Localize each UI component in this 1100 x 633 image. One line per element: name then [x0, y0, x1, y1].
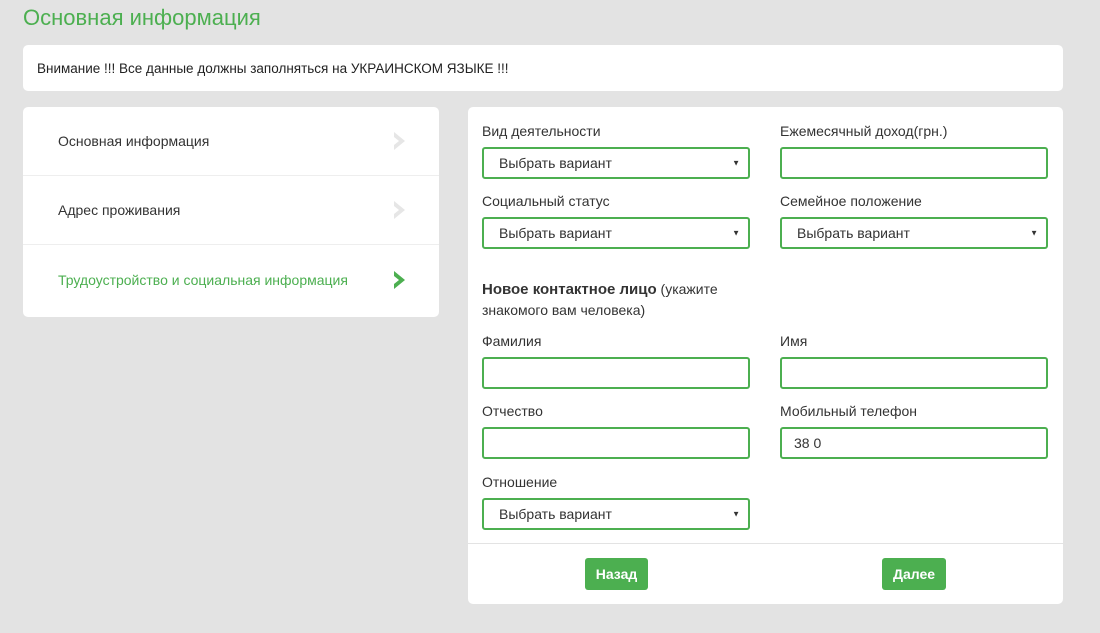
last-name-field: Фамилия	[482, 333, 750, 389]
patronymic-label: Отчество	[482, 403, 543, 419]
next-button[interactable]: Далее	[882, 558, 946, 590]
social-status-field: Социальный статус Выбрать вариант ▼	[482, 193, 750, 249]
income-input[interactable]	[780, 147, 1048, 179]
employment-form: Вид деятельности Выбрать вариант ▼ Ежеме…	[468, 107, 1063, 543]
mobile-phone-label: Мобильный телефон	[780, 403, 917, 419]
relation-field: Отношение Выбрать вариант ▼	[482, 474, 750, 530]
income-field: Ежемесячный доход(грн.)	[780, 123, 1048, 179]
social-status-label: Социальный статус	[482, 193, 610, 209]
income-label: Ежемесячный доход(грн.)	[780, 123, 948, 139]
chevron-right-icon	[394, 271, 405, 289]
relation-select[interactable]: Выбрать вариант ▼	[482, 498, 750, 530]
patronymic-input[interactable]	[482, 427, 750, 459]
sidebar-item-employment[interactable]: Трудоустройство и социальная информация	[23, 245, 439, 315]
sidebar-item-basic-info[interactable]: Основная информация	[23, 107, 439, 176]
patronymic-field: Отчество	[482, 403, 750, 459]
mobile-phone-input-value: 38 0	[794, 435, 822, 451]
last-name-input[interactable]	[482, 357, 750, 389]
sidebar-item-address[interactable]: Адрес проживания	[23, 176, 439, 245]
first-name-field: Имя	[780, 333, 1048, 389]
mobile-phone-field: Мобильный телефон 38 0	[780, 403, 1048, 459]
relation-label: Отношение	[482, 474, 558, 490]
marital-status-label: Семейное положение	[780, 193, 922, 209]
sidebar-item-label: Основная информация	[58, 133, 210, 149]
marital-status-select[interactable]: Выбрать вариант ▼	[780, 217, 1048, 249]
step-sidebar: Основная информация Адрес проживания Тру…	[23, 107, 439, 317]
social-status-select[interactable]: Выбрать вариант ▼	[482, 217, 750, 249]
page-title: Основная информация	[23, 5, 261, 30]
chevron-right-icon	[394, 132, 405, 150]
back-button[interactable]: Назад	[585, 558, 648, 590]
sidebar-item-label: Адрес проживания	[58, 202, 181, 218]
activity-label: Вид деятельности	[482, 123, 601, 139]
activity-field: Вид деятельности Выбрать вариант ▼	[482, 123, 750, 179]
marital-status-select-value: Выбрать вариант	[797, 225, 910, 241]
mobile-phone-input[interactable]: 38 0	[780, 427, 1048, 459]
contact-section-heading: Новое контактное лицо (укажите знакомого…	[482, 279, 752, 320]
last-name-label: Фамилия	[482, 333, 542, 349]
caret-down-icon: ▼	[732, 509, 740, 519]
social-status-select-value: Выбрать вариант	[499, 225, 612, 241]
chevron-right-icon	[394, 201, 405, 219]
sidebar-item-label: Трудоустройство и социальная информация	[58, 272, 348, 288]
caret-down-icon: ▼	[1030, 228, 1038, 238]
first-name-input[interactable]	[780, 357, 1048, 389]
language-notice: Внимание !!! Все данные должны заполнять…	[23, 45, 1063, 91]
activity-select[interactable]: Выбрать вариант ▼	[482, 147, 750, 179]
caret-down-icon: ▼	[732, 158, 740, 168]
caret-down-icon: ▼	[732, 228, 740, 238]
marital-status-field: Семейное положение Выбрать вариант ▼	[780, 193, 1048, 249]
contact-heading-title: Новое контактное лицо	[482, 281, 657, 298]
activity-select-value: Выбрать вариант	[499, 155, 612, 171]
first-name-label: Имя	[780, 333, 808, 349]
form-actions: Назад Далее	[468, 544, 1063, 604]
notice-text: Внимание !!! Все данные должны заполнять…	[37, 61, 509, 76]
relation-select-value: Выбрать вариант	[499, 506, 612, 522]
